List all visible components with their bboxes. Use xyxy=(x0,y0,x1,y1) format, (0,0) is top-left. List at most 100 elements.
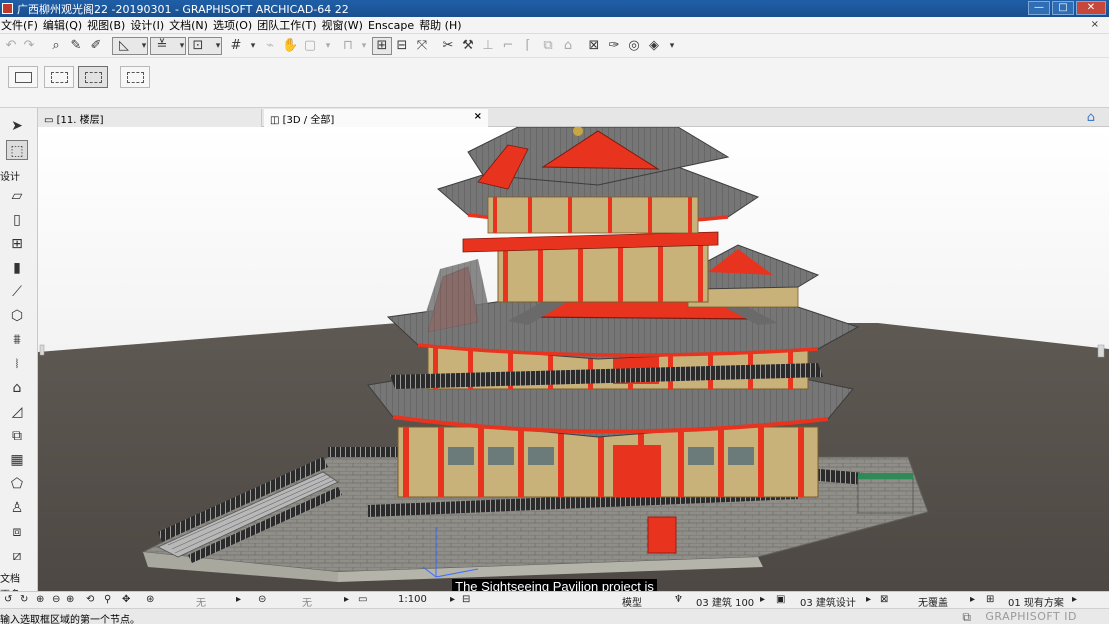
undo-view-icon[interactable]: ↺ xyxy=(4,594,12,605)
marquee-all-floors-button[interactable] xyxy=(120,66,150,88)
window-tool-icon[interactable]: ⊞ xyxy=(6,234,28,254)
scale-value[interactable]: 1:100 xyxy=(398,594,427,605)
column-tool-icon[interactable]: ▮ xyxy=(6,258,28,278)
menu-close-icon[interactable]: × xyxy=(1091,19,1099,30)
model-view-label[interactable]: 模型 xyxy=(622,594,642,609)
orbit-icon[interactable]: ⟲ xyxy=(86,594,94,605)
toolbox-group-design[interactable]: 设计 xyxy=(0,168,20,183)
curtain-wall-icon[interactable]: ✑ xyxy=(606,38,622,54)
menu-teamwork[interactable]: 团队工作(T) xyxy=(256,17,320,33)
marquee-tool-icon[interactable]: ⬚ xyxy=(6,140,28,160)
dropdown-arrow-icon[interactable]: ▸ xyxy=(1072,594,1077,605)
slab-tool-icon[interactable]: ⬡ xyxy=(6,306,28,326)
pen-set-value[interactable]: 03 建筑 100 xyxy=(696,594,754,609)
menu-file[interactable]: 文件(F) xyxy=(0,17,42,33)
maximize-button[interactable]: □ xyxy=(1052,1,1074,15)
menu-window[interactable]: 视窗(W) xyxy=(321,17,367,33)
filter-value-2[interactable]: 无 xyxy=(302,594,312,609)
grid-snap-icon[interactable]: # xyxy=(228,38,244,54)
chevron-down-icon[interactable]: ▾ xyxy=(210,38,226,54)
stair-tool-icon[interactable]: ⩩ xyxy=(6,330,28,350)
tab-floor-plan[interactable]: ▭ [11. 楼层] xyxy=(38,109,262,127)
group-icon[interactable]: ▢ xyxy=(302,38,318,54)
morph-tool-icon[interactable]: ⬠ xyxy=(6,474,28,494)
walk-icon[interactable]: ⚲ xyxy=(104,594,111,605)
marquee-rect-button[interactable] xyxy=(8,66,38,88)
graphic-override-value[interactable]: 无覆盖 xyxy=(918,594,948,609)
eyedropper-icon[interactable]: ✎ xyxy=(68,38,84,54)
railing-tool-icon[interactable]: ⧘ xyxy=(6,354,28,374)
navigator-view-icon[interactable]: ⌂ xyxy=(1087,110,1095,125)
filter-icon[interactable]: ⊛ xyxy=(146,594,154,605)
lock-icon[interactable]: ⊓ xyxy=(340,38,356,54)
beam-tool-icon[interactable]: ⟋ xyxy=(6,282,28,302)
marquee-dashed-button[interactable] xyxy=(44,66,74,88)
chevron-down-icon[interactable]: ▾ xyxy=(245,38,261,54)
find-select-icon[interactable]: ⌕ xyxy=(48,38,64,54)
fit-in-window-icon[interactable]: ⊕ xyxy=(66,594,74,605)
marquee-polygon-button[interactable] xyxy=(78,66,108,88)
3d-viewport[interactable] xyxy=(38,127,1109,591)
dropdown-arrow-icon[interactable]: ▸ xyxy=(760,594,765,605)
mesh-tool-icon[interactable]: ⧉ xyxy=(6,426,28,446)
visualize-icon[interactable]: ◈ xyxy=(646,38,662,54)
shell-tool-icon[interactable]: ◿ xyxy=(6,402,28,422)
explore-icon[interactable]: ✥ xyxy=(122,594,130,605)
settings-icon[interactable]: ⊝ xyxy=(258,594,266,605)
menu-document[interactable]: 文档(N) xyxy=(168,17,212,33)
dropdown-arrow-icon[interactable]: ▸ xyxy=(450,594,455,605)
close-window-button[interactable]: ✕ xyxy=(1076,1,1106,15)
redo-view-icon[interactable]: ↻ xyxy=(20,594,28,605)
redo-icon[interactable]: ↷ xyxy=(21,38,37,54)
render-icon[interactable]: ◎ xyxy=(626,38,642,54)
magic-wand-icon[interactable]: ⌁ xyxy=(262,38,278,54)
dropdown-arrow-icon[interactable]: ▸ xyxy=(866,594,871,605)
dropdown-arrow-icon[interactable]: ▸ xyxy=(236,594,241,605)
tab-3d-view[interactable]: ◫ [3D / 全部] × xyxy=(264,109,488,127)
undo-icon[interactable]: ↶ xyxy=(3,38,19,54)
intersect-icon[interactable]: ⌐ xyxy=(500,38,516,54)
adjust-icon[interactable]: ⊥ xyxy=(480,38,496,54)
filter-value-1[interactable]: 无 xyxy=(196,594,206,609)
menu-help[interactable]: 帮助 (H) xyxy=(418,17,465,33)
menu-enscape[interactable]: Enscape xyxy=(367,19,418,32)
menu-edit[interactable]: 编辑(Q) xyxy=(42,17,86,33)
chevron-down-icon[interactable]: ▾ xyxy=(320,38,336,54)
roof-tool-icon[interactable]: ⌂ xyxy=(6,378,28,398)
section-icon[interactable]: ⊟ xyxy=(394,38,410,54)
renovation-filter-value[interactable]: 01 现有方案 xyxy=(1008,594,1064,609)
pen-set-icon: ♆ xyxy=(674,594,683,605)
explode-icon[interactable]: ⤧ xyxy=(414,38,430,54)
menu-options[interactable]: 选项(O) xyxy=(212,17,256,33)
resize-icon[interactable]: ⧉ xyxy=(540,38,556,54)
fillet-icon[interactable]: ⌈ xyxy=(520,38,536,54)
dropdown-arrow-icon[interactable]: ▸ xyxy=(344,594,349,605)
zone-tool-icon[interactable]: ⧈ xyxy=(6,522,28,542)
object-tool-icon[interactable]: ♙ xyxy=(6,498,28,518)
minimize-button[interactable]: — xyxy=(1028,1,1050,15)
tab-close-icon[interactable]: × xyxy=(474,111,482,122)
scissors-icon[interactable]: ✂ xyxy=(440,38,456,54)
curtain-wall-tool-icon[interactable]: ▦ xyxy=(6,450,28,470)
wall-tool-icon[interactable]: ▱ xyxy=(6,186,28,206)
window-titlebar[interactable]: 广西柳州观光阁22 -20190301 - GRAPHISOFT ARCHICA… xyxy=(0,0,1109,17)
toolbox-group-document[interactable]: 文档 xyxy=(0,570,20,585)
hand-icon[interactable]: ✋ xyxy=(282,38,298,54)
zoom-out-icon[interactable]: ⊖ xyxy=(52,594,60,605)
window-tile-icon[interactable]: ⧉ xyxy=(962,610,971,624)
dropdown-arrow-icon[interactable]: ▸ xyxy=(970,594,975,605)
zoom-in-icon[interactable]: ⊕ xyxy=(36,594,44,605)
chevron-down-icon[interactable]: ▾ xyxy=(664,38,680,54)
menu-design[interactable]: 设计(I) xyxy=(129,17,168,33)
door-tool-icon[interactable]: ▯ xyxy=(6,210,28,230)
graphisoft-id-label[interactable]: GRAPHISOFT ID xyxy=(985,610,1077,623)
syringe-icon[interactable]: ✐ xyxy=(88,38,104,54)
roof-split-icon[interactable]: ⌂ xyxy=(560,38,576,54)
solid-ops-icon[interactable]: ⊠ xyxy=(586,38,602,54)
trim-icon[interactable]: ⚒ xyxy=(460,38,476,54)
layer-combination-value[interactable]: 03 建筑设计 xyxy=(800,594,856,609)
chevron-down-icon[interactable]: ▾ xyxy=(356,38,372,54)
menu-view[interactable]: 视图(B) xyxy=(86,17,129,33)
arrow-tool-icon[interactable]: ➤ xyxy=(6,116,28,136)
fill-tool-icon[interactable]: ⧄ xyxy=(6,546,28,566)
